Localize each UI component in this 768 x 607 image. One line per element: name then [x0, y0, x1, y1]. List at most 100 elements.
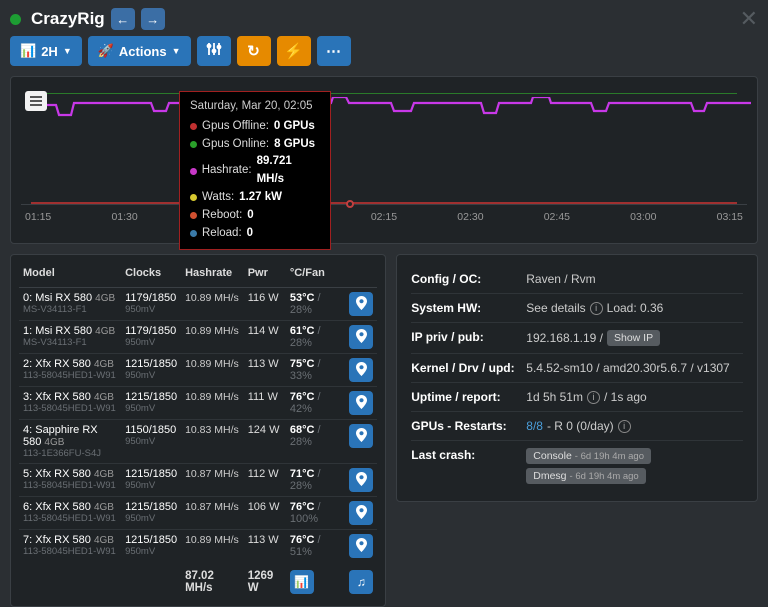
- chart-tooltip: Saturday, Mar 20, 02:05 Gpus Offline: 0 …: [179, 91, 331, 250]
- info-icon[interactable]: i: [618, 420, 631, 433]
- gpu-hashrate: 10.89 MH/s: [181, 321, 244, 354]
- gpu-locate-button[interactable]: [349, 325, 373, 349]
- x-tick: 03:15: [717, 211, 743, 223]
- chart-icon: 📊: [294, 575, 309, 589]
- gpu-model: 0: Msi RX 580 4GB: [23, 292, 117, 304]
- gpu-voltage: 950mV: [125, 546, 177, 557]
- pin-icon: [356, 296, 367, 313]
- reload-icon: ↻: [247, 42, 260, 60]
- gpu-locate-button[interactable]: [349, 391, 373, 415]
- chart-series-offline: [31, 202, 737, 204]
- gpu-tempfan: 76°C / 51%: [286, 530, 345, 563]
- gpu-voltage: 950mV: [125, 513, 177, 524]
- gpu-tempfan: 75°C / 33%: [286, 354, 345, 387]
- gpu-model: 6: Xfx RX 580 4GB: [23, 501, 117, 513]
- gpu-locate-button[interactable]: [349, 292, 373, 316]
- gpu-locate-button[interactable]: [349, 501, 373, 525]
- th-tempfan[interactable]: °C/Fan: [286, 261, 345, 288]
- info-icon[interactable]: i: [587, 391, 600, 404]
- more-button[interactable]: ⋯: [317, 36, 351, 66]
- gpu-voltage: 950mV: [125, 436, 177, 447]
- show-ip-button[interactable]: Show IP: [607, 330, 660, 346]
- gpu-clocks: 1215/1850: [125, 391, 177, 403]
- x-tick: 02:45: [544, 211, 570, 223]
- total-power: 1269 W: [244, 562, 286, 598]
- gpu-power: 112 W: [244, 464, 286, 497]
- gpu-locate-button[interactable]: [349, 358, 373, 382]
- th-clocks[interactable]: Clocks: [121, 261, 181, 288]
- rocket-icon: 🚀: [98, 43, 114, 59]
- gpu-clocks: 1179/1850: [125, 292, 177, 304]
- chart-toggle-button[interactable]: 📊: [290, 570, 314, 594]
- gpu-hashrate: 10.87 MH/s: [181, 497, 244, 530]
- th-pwr[interactable]: Pwr: [244, 261, 286, 288]
- x-tick: 01:15: [25, 211, 51, 223]
- gpus-restarts: - R 0 (0/day): [547, 419, 614, 433]
- chevron-down-icon: ▼: [63, 46, 72, 56]
- value-syshw: See details i Load: 0.36: [526, 301, 743, 315]
- nav-prev-button[interactable]: ←: [111, 8, 135, 30]
- table-row: 7: Xfx RX 580 4GB113-58045HED1-W91 1215/…: [19, 530, 377, 563]
- gpu-power: 116 W: [244, 288, 286, 321]
- uptime-value: 1d 5h 51m: [526, 390, 583, 404]
- reload-button[interactable]: ↻: [237, 36, 271, 66]
- status-dot: [10, 14, 21, 25]
- label-kernel: Kernel / Drv / upd:: [411, 361, 526, 375]
- value-config: Raven / Rvm: [526, 272, 743, 286]
- info-panel: Config / OC:Raven / Rvm System HW:See de…: [396, 254, 758, 502]
- table-row: 1: Msi RX 580 4GBMS-V34113-F1 1179/18509…: [19, 321, 377, 354]
- gpu-tempfan: 53°C / 28%: [286, 288, 345, 321]
- chart-hover-marker: [346, 200, 354, 208]
- table-row: 2: Xfx RX 580 4GB113-58045HED1-W91 1215/…: [19, 354, 377, 387]
- gpu-model: 1: Msi RX 580 4GB: [23, 325, 117, 337]
- gpu-voltage: 950mV: [125, 337, 177, 348]
- gpu-bios: 113-58045HED1-W91: [23, 480, 117, 491]
- gpu-bios: MS-V34113-F1: [23, 304, 117, 315]
- flash-button[interactable]: ⚡: [277, 36, 311, 66]
- chart-area[interactable]: Saturday, Mar 20, 02:05 Gpus Offline: 0 …: [21, 85, 747, 205]
- gpus-online[interactable]: 8/8: [526, 419, 543, 433]
- gpu-locate-button[interactable]: [349, 534, 373, 558]
- gpu-hashrate: 10.87 MH/s: [181, 464, 244, 497]
- gpu-bios: 113-58045HED1-W91: [23, 370, 117, 381]
- gpu-voltage: 950mV: [125, 480, 177, 491]
- x-tick: 02:30: [457, 211, 483, 223]
- actions-button[interactable]: 🚀 Actions ▼: [88, 36, 191, 66]
- th-hashrate[interactable]: Hashrate: [181, 261, 244, 288]
- gpu-locate-button[interactable]: [349, 424, 373, 448]
- pin-icon: [356, 428, 367, 445]
- gpu-clocks: 1215/1850: [125, 358, 177, 370]
- gpu-model: 5: Xfx RX 580 4GB: [23, 468, 117, 480]
- gpu-clocks: 1150/1850: [125, 424, 177, 436]
- rig-title: CrazyRig: [31, 9, 105, 29]
- chart-menu-button[interactable]: [25, 91, 47, 111]
- dmesg-button[interactable]: Dmesg- 6d 19h 4m ago: [526, 468, 645, 484]
- th-model[interactable]: Model: [19, 261, 121, 288]
- gpu-power: 111 W: [244, 387, 286, 420]
- gpu-voltage: 950mV: [125, 370, 177, 381]
- gpu-power: 114 W: [244, 321, 286, 354]
- sliders-button[interactable]: [197, 36, 231, 66]
- x-tick: 01:30: [111, 211, 137, 223]
- value-crash: Console- 6d 19h 4m ago Dmesg- 6d 19h 4m …: [526, 448, 743, 484]
- gpu-bios: 113-1E366FU-S4J: [23, 448, 117, 459]
- gpu-power: 113 W: [244, 354, 286, 387]
- value-ip: 192.168.1.19 / Show IP: [526, 330, 743, 346]
- gpu-power: 124 W: [244, 420, 286, 464]
- music-button[interactable]: ♫: [349, 570, 373, 594]
- gpu-locate-button[interactable]: [349, 468, 373, 492]
- gpu-hashrate: 10.89 MH/s: [181, 530, 244, 563]
- timerange-button[interactable]: 📊 2H ▼: [10, 36, 82, 66]
- nav-next-button[interactable]: →: [141, 8, 165, 30]
- value-gpus: 8/8 - R 0 (0/day) i: [526, 419, 743, 433]
- pin-icon: [356, 538, 367, 555]
- close-icon[interactable]: ✕: [740, 6, 758, 32]
- tooltip-row: Gpus Online: 8 GPUs: [190, 136, 320, 154]
- gpu-bios: 113-58045HED1-W91: [23, 513, 117, 524]
- console-button[interactable]: Console- 6d 19h 4m ago: [526, 448, 651, 464]
- pin-icon: [356, 395, 367, 412]
- info-icon[interactable]: i: [590, 302, 603, 315]
- gpu-hashrate: 10.89 MH/s: [181, 288, 244, 321]
- gpu-clocks: 1179/1850: [125, 325, 177, 337]
- see-details-link[interactable]: See details: [526, 301, 585, 315]
